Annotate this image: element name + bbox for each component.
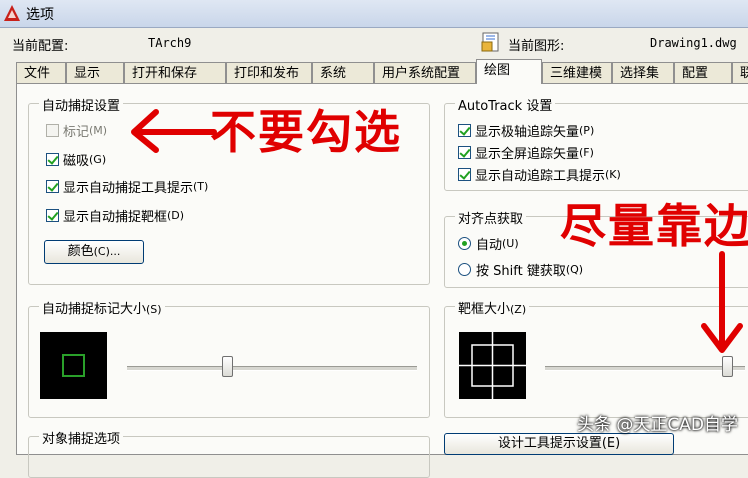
alignment-auto-radio[interactable]: [458, 237, 471, 250]
polar-vector-option[interactable]: 显示极轴追踪矢量 (P): [458, 121, 594, 140]
snap-tooltip-label: 显示自动捕捉工具提示: [63, 181, 194, 196]
fullscreen-vector-key: (F): [579, 146, 594, 159]
polar-vector-label: 显示极轴追踪矢量: [475, 125, 580, 140]
magnet-checkbox[interactable]: [46, 153, 59, 166]
marker-label: 标记: [63, 125, 90, 140]
alignment-shift-label: 按 Shift 键获取: [476, 264, 566, 279]
track-tooltip-label: 显示自动追踪工具提示: [475, 169, 606, 184]
marker-size-slider-thumb[interactable]: [221, 356, 233, 377]
object-snap-options-group: 对象捕捉选项: [28, 428, 430, 478]
tab-online[interactable]: 联: [732, 62, 748, 83]
annotation-do-not-check: 不要勾选: [210, 105, 402, 159]
aperture-size-key: (Z): [510, 303, 527, 316]
tab-user-preferences[interactable]: 用户系统配置: [374, 62, 476, 83]
current-drawing-label: 当前图形:: [508, 39, 565, 54]
aperture-size-title: 靶框大小: [458, 302, 511, 317]
alignment-auto-key: (U): [502, 237, 519, 250]
object-snap-options-title: 对象捕捉选项: [39, 428, 124, 447]
snap-tooltip-key: (T): [193, 180, 209, 193]
snap-marker-square: [62, 354, 85, 377]
tab-selection[interactable]: 选择集: [612, 62, 674, 83]
color-button[interactable]: 颜色(C)...: [44, 240, 144, 264]
left-arrow-annotation-icon: [131, 109, 217, 153]
alignment-auto-option[interactable]: 自动 (U): [458, 234, 519, 253]
tab-display[interactable]: 显示: [66, 62, 124, 83]
snap-aperture-option[interactable]: 显示自动捕捉靶框 (D): [46, 206, 184, 225]
autotrack-settings-title: AutoTrack 设置: [455, 95, 556, 114]
aperture-size-slider-thumb[interactable]: [721, 356, 733, 377]
autocad-logo-icon: [4, 5, 20, 21]
alignment-auto-label: 自动: [476, 238, 503, 253]
magnet-label: 磁吸: [63, 154, 90, 169]
aperture-crosshair-icon: [459, 332, 526, 399]
current-profile-label: 当前配置:: [12, 39, 69, 54]
snap-aperture-key: (D): [167, 209, 185, 222]
tab-strip: 文件 显示 打开和保存 打印和发布 系统 用户系统配置 绘图 三维建模 选择集 …: [16, 59, 748, 84]
track-tooltip-option[interactable]: 显示自动追踪工具提示 (K): [458, 165, 621, 184]
marker-size-preview: [40, 332, 107, 399]
marker-size-key: (S): [146, 303, 162, 316]
snap-aperture-label: 显示自动捕捉靶框: [63, 210, 168, 225]
design-tooltip-settings-button[interactable]: 设计工具提示设置(E): [444, 433, 674, 455]
autosnap-settings-title: 自动捕捉设置: [39, 95, 124, 114]
window-title: 选项: [26, 7, 54, 23]
marker-key: (M): [89, 124, 108, 137]
color-button-key: (C)...: [93, 245, 121, 258]
tab-open-save[interactable]: 打开和保存: [124, 62, 226, 83]
marker-size-title-wrap: 自动捕捉标记大小(S): [39, 298, 165, 317]
down-arrow-annotation-icon: [701, 251, 743, 353]
marker-checkbox[interactable]: [46, 124, 59, 137]
drawing-file-icon: [481, 32, 499, 52]
alignment-shift-radio[interactable]: [458, 263, 471, 276]
watermark-text: 头条 @天正CAD自学: [577, 415, 738, 435]
title-bar: 选项: [0, 0, 748, 28]
aperture-size-slider-track[interactable]: [545, 366, 745, 371]
magnet-option[interactable]: 磁吸 (G): [46, 150, 106, 169]
alignment-shift-key: (Q): [565, 263, 584, 276]
track-tooltip-checkbox[interactable]: [458, 168, 471, 181]
snap-tooltip-checkbox[interactable]: [46, 180, 59, 193]
marker-size-title: 自动捕捉标记大小: [42, 302, 147, 317]
tab-files[interactable]: 文件: [16, 62, 66, 83]
polar-vector-checkbox[interactable]: [458, 124, 471, 137]
fullscreen-vector-label: 显示全屏追踪矢量: [475, 147, 580, 162]
fullscreen-vector-option[interactable]: 显示全屏追踪矢量 (F): [458, 143, 594, 162]
aperture-size-preview: [459, 332, 526, 399]
color-button-label: 颜色: [67, 244, 94, 259]
polar-vector-key: (P): [579, 124, 595, 137]
tab-drafting[interactable]: 绘图: [476, 59, 542, 84]
tab-profiles[interactable]: 配置: [674, 62, 732, 83]
aperture-size-title-wrap: 靶框大小(Z): [455, 298, 530, 317]
current-profile-value: TArch9: [148, 36, 192, 50]
alignment-title: 对齐点获取: [455, 208, 527, 227]
marker-option[interactable]: 标记 (M): [46, 121, 107, 140]
annotation-near-edge: 尽量靠边: [560, 199, 748, 253]
tab-system[interactable]: 系统: [312, 62, 374, 83]
snap-aperture-checkbox[interactable]: [46, 209, 59, 222]
snap-tooltip-option[interactable]: 显示自动捕捉工具提示 (T): [46, 177, 208, 196]
tab-plot-publish[interactable]: 打印和发布: [226, 62, 312, 83]
current-drawing-value: Drawing1.dwg: [650, 36, 737, 50]
magnet-key: (G): [89, 153, 107, 166]
design-tooltip-settings-label: 设计工具提示设置(E): [497, 436, 621, 451]
fullscreen-vector-checkbox[interactable]: [458, 146, 471, 159]
tab-3d-modeling[interactable]: 三维建模: [542, 62, 612, 83]
alignment-shift-option[interactable]: 按 Shift 键获取 (Q): [458, 260, 583, 279]
marker-size-slider-track[interactable]: [127, 366, 417, 371]
track-tooltip-key: (K): [605, 168, 621, 181]
